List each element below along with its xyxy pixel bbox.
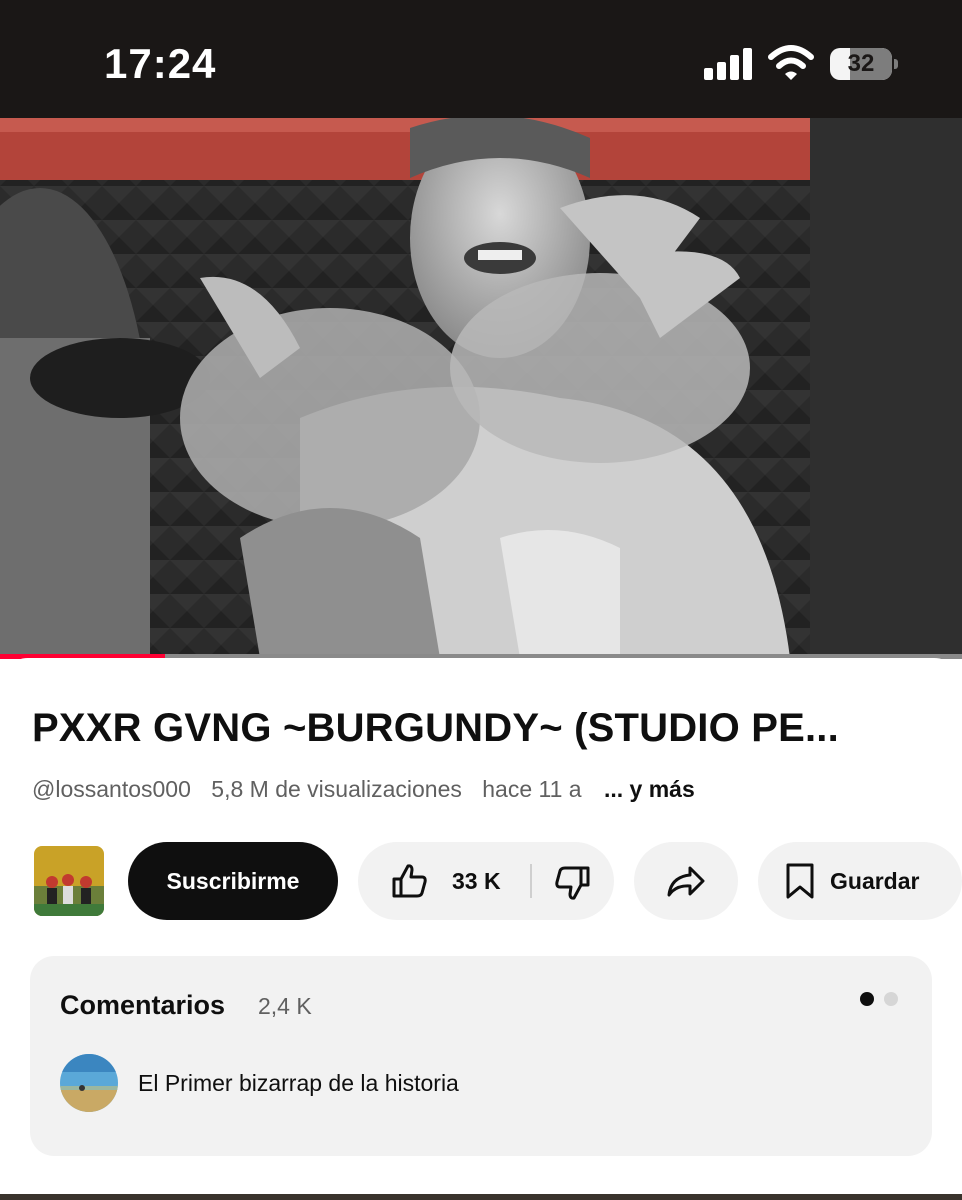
- save-button[interactable]: Guardar: [758, 842, 962, 920]
- like-divider: [530, 864, 532, 898]
- commenter-avatar[interactable]: [60, 1054, 118, 1112]
- comments-count: 2,4 K: [258, 993, 312, 1019]
- comments-card[interactable]: Comentarios 2,4 K El Primer bizarrap de …: [30, 956, 932, 1156]
- bookmark-icon: [786, 863, 814, 899]
- save-label: Guardar: [830, 868, 920, 894]
- next-section-edge: [0, 1194, 962, 1200]
- page-indicator-dot-active: [860, 992, 874, 1006]
- channel-handle[interactable]: @lossantos000: [32, 776, 191, 802]
- subscribe-button[interactable]: Suscribirme: [128, 842, 338, 920]
- top-comment-text: El Primer bizarrap de la historia: [138, 1070, 459, 1096]
- share-button[interactable]: [634, 842, 738, 920]
- comments-title: Comentarios: [60, 990, 226, 1020]
- share-icon: [667, 866, 705, 897]
- video-player[interactable]: [0, 118, 962, 658]
- battery-icon: 32: [830, 48, 898, 82]
- wifi-icon: [768, 45, 814, 80]
- video-title[interactable]: PXXR GVNG ~BURGUNDY~ (STUDIO PE...: [32, 706, 932, 751]
- video-metadata[interactable]: @lossantos000 5,8 M de visualizaciones h…: [32, 776, 709, 803]
- video-frame: [0, 118, 962, 658]
- thumbs-up-icon[interactable]: [390, 862, 428, 900]
- like-dislike-group: 33 K: [358, 842, 614, 920]
- upload-age: hace 11 a: [482, 776, 582, 802]
- page-indicator-dot: [884, 992, 898, 1006]
- thumbs-down-icon[interactable]: [554, 864, 592, 902]
- status-bar: 17:24 32: [0, 0, 962, 118]
- view-count: 5,8 M de visualizaciones: [211, 776, 462, 802]
- channel-avatar[interactable]: [34, 846, 104, 916]
- status-time: 17:24: [104, 40, 217, 87]
- show-more-link[interactable]: ... y más: [604, 776, 695, 802]
- like-count[interactable]: 33 K: [452, 842, 501, 920]
- battery-level: 32: [847, 50, 875, 77]
- cellular-signal-icon: [704, 48, 752, 80]
